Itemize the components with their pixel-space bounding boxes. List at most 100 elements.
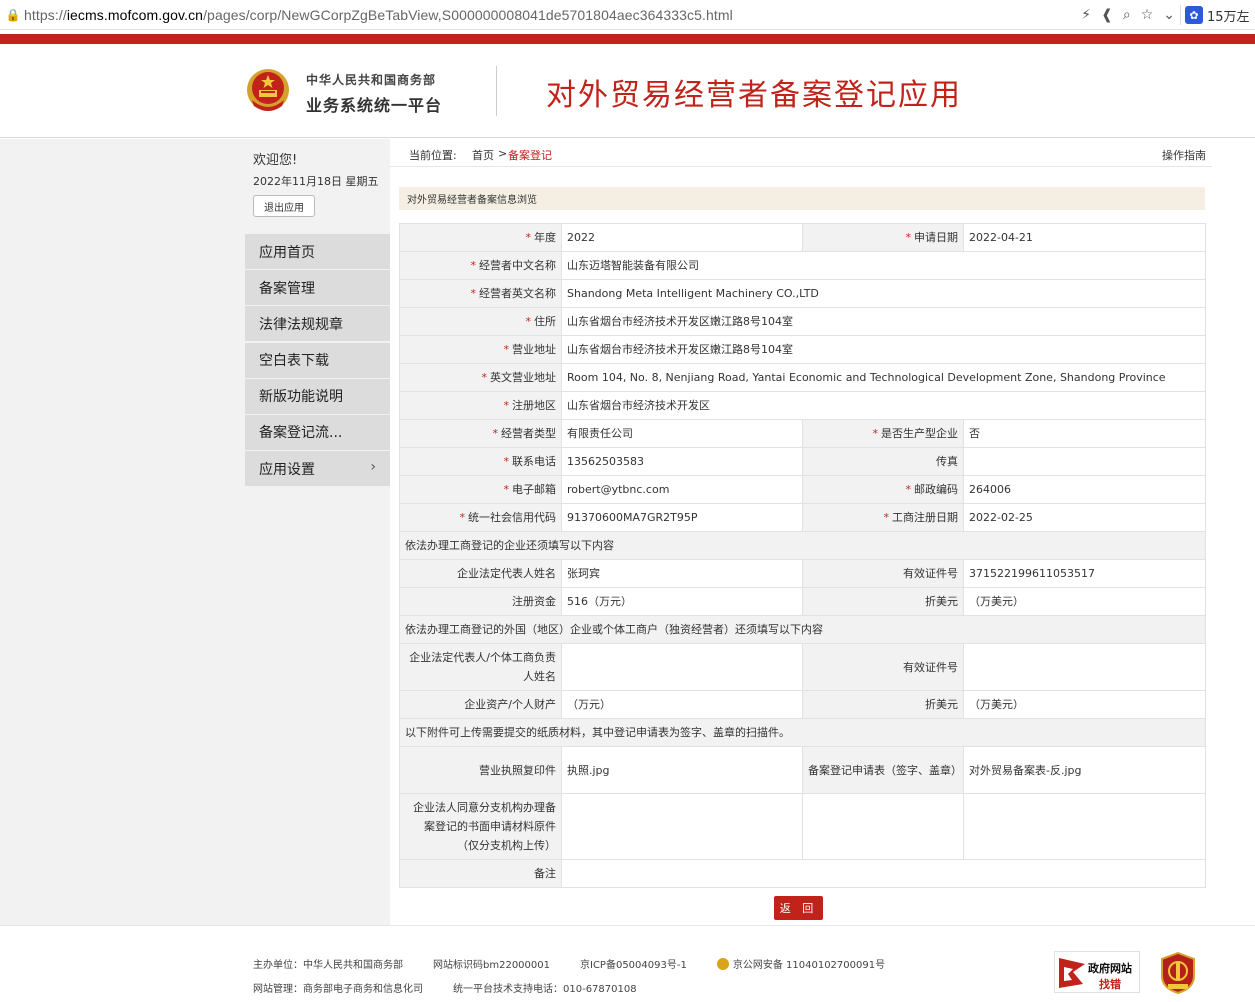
share-icon[interactable]: ❰ (1101, 7, 1113, 23)
lock-icon[interactable]: 🔒 (2, 8, 24, 22)
breadcrumb: 当前位置: 首页 > 备案登记 操作指南 (390, 139, 1212, 167)
table-row: * 电子邮箱 robert@ytbnc.com * 邮政编码 264006 (399, 475, 1206, 504)
address-bar[interactable]: https://iecms.mofcom.gov.cn/pages/corp/N… (24, 7, 733, 23)
sidebar-item-laws[interactable]: 法律法规规章 (245, 306, 390, 342)
field-label: * 邮政编码 (802, 475, 964, 504)
field-label: 注册资金 (399, 587, 562, 616)
form-file-link[interactable]: 对外贸易备案表-反.jpg (963, 746, 1206, 794)
field-label: 企业资产/个人财产 (399, 690, 562, 719)
current-date: 2022年11月18日 星期五 (253, 175, 379, 188)
org-name-line2: 业务系统统一平台 (306, 96, 443, 115)
field-label: * 统一社会信用代码 (399, 503, 562, 532)
legal-rep-value: 张珂宾 (561, 559, 803, 588)
field-label: 备案登记申请表（签字、盖章） (802, 746, 964, 794)
address-value: 山东省烟台市经济技术开发区嫩江路8号104室 (561, 307, 1206, 336)
footer-icp-link[interactable]: 京ICP备05004093号-1 (580, 956, 687, 971)
field-label: 企业法人同意分支机构办理备案登记的书面申请材料原件（仅分支机构上传） (399, 793, 562, 860)
field-label: * 电子邮箱 (399, 475, 562, 504)
site-header: 中华人民共和国商务部 业务系统统一平台 对外贸易经营者备案登记应用 (0, 44, 1255, 138)
site-footer: 主办单位：中华人民共和国商务部 网站标识码bm22000001 京ICP备050… (0, 925, 1255, 1002)
org-name-line1: 中华人民共和国商务部 (306, 73, 437, 87)
table-row: * 年度 2022 * 申请日期 2022-04-21 (399, 223, 1206, 252)
header-divider (496, 66, 497, 116)
footer-manage: 网站管理：商务部电子商务和信息化司 (253, 984, 423, 995)
extension-button[interactable]: ✿ 15万左 (1185, 3, 1255, 27)
sidebar-item-home[interactable]: 应用首页 (245, 234, 390, 269)
usd-value: （万美元） (963, 587, 1206, 616)
table-row: * 经营者英文名称 Shandong Meta Intelligent Machi… (399, 279, 1206, 308)
star-icon[interactable]: ☆ (1141, 7, 1154, 23)
browser-toolbar: 🔒 https://iecms.mofcom.gov.cn/pages/corp… (0, 0, 1255, 30)
footer-support: 统一平台技术支持电话：010-67870108 (453, 984, 637, 995)
capital-value: 516（万元） (561, 587, 803, 616)
field-label: * 工商注册日期 (802, 503, 964, 532)
gov-site-error-report-badge[interactable]: 政府网站 找错 (1054, 951, 1140, 993)
gov-badge-line2: 找错 (1099, 978, 1121, 991)
remark-value (561, 859, 1206, 888)
sidebar-item-label: 新版功能说明 (259, 389, 343, 406)
sidebar: 欢迎您! 2022年11月18日 星期五 退出应用 应用首页 备案管理 法律法规… (245, 139, 390, 487)
id-no-value: 371522199611053517 (963, 559, 1206, 588)
breadcrumb-current: 备案登记 (508, 149, 552, 162)
breadcrumb-separator: > (498, 147, 508, 160)
reg-area-value: 山东省烟台市经济技术开发区 (561, 391, 1206, 420)
zoom-icon[interactable]: ⌕ (1123, 7, 1131, 23)
year-value: 2022 (561, 223, 803, 252)
sidebar-item-label: 法律法规规章 (259, 316, 343, 333)
field-label: * 营业地址 (399, 335, 562, 364)
table-row: * 联系电话 13562503583 传真 (399, 447, 1206, 476)
chevron-down-icon[interactable]: ⌄ (1163, 7, 1175, 23)
sidebar-item-filing-management[interactable]: 备案管理 (245, 270, 390, 306)
welcome-text: 欢迎您! (253, 153, 298, 168)
url-host: iecms.mofcom.gov.cn (66, 6, 204, 23)
sidebar-item-label: 空白表下载 (259, 353, 329, 370)
breadcrumb-home-link[interactable]: 首页 (472, 147, 494, 163)
police-badge-icon (716, 958, 729, 970)
sidebar-menu: 应用首页 备案管理 法律法规规章 空白表下载 新版功能说明 备案登记流... 应… (245, 234, 390, 487)
operation-guide-link[interactable]: 操作指南 (1162, 147, 1206, 163)
table-row: * 注册地区 山东省烟台市经济技术开发区 (399, 391, 1206, 420)
party-seal-icon[interactable] (1160, 952, 1196, 994)
table-row: 企业法定代表人姓名 张珂宾 有效证件号 371522199611053517 (399, 559, 1206, 588)
sidebar-item-filing-process[interactable]: 备案登记流... (245, 414, 390, 450)
field-label: * 年度 (399, 223, 562, 252)
is-producer-value: 否 (963, 419, 1206, 448)
footer-row: 网站管理：商务部电子商务和信息化司 统一平台技术支持电话：010-6787010… (253, 980, 667, 995)
red-stripe (0, 34, 1255, 44)
table-row: 以下附件可上传需要提交的纸质材料，其中登记申请表为签字、盖章的扫描件。 (399, 718, 1206, 747)
field-label: 营业执照复印件 (399, 746, 562, 794)
field-label: 企业法定代表人姓名 (399, 559, 562, 588)
field-label: 备注 (399, 859, 562, 888)
foreign-rep-value (561, 643, 803, 691)
assets-value: （万元） (561, 690, 803, 719)
table-row: 依法办理工商登记的企业还须填写以下内容 (399, 531, 1206, 560)
license-file-link[interactable]: 执照.jpg (561, 746, 803, 794)
sidebar-item-label: 应用设置 (259, 461, 315, 478)
assets-usd-value: （万美元） (963, 690, 1206, 719)
red-flag-icon (1059, 958, 1085, 988)
sidebar-item-blank-forms[interactable]: 空白表下载 (245, 342, 390, 378)
back-button[interactable]: 返 回 (774, 896, 823, 920)
table-row: 注册资金 516（万元） 折美元 （万美元） (399, 587, 1206, 616)
field-label: 企业法定代表人/个体工商负责人姓名 (399, 643, 562, 691)
attachment-note: 以下附件可上传需要提交的纸质材料，其中登记申请表为签字、盖章的扫描件。 (399, 718, 1206, 747)
sidebar-item-new-features[interactable]: 新版功能说明 (245, 378, 390, 414)
cn-name-value: 山东迈塔智能装备有限公司 (561, 251, 1206, 280)
sidebar-item-settings[interactable]: 应用设置 › (245, 451, 390, 487)
filing-info-table: * 年度 2022 * 申请日期 2022-04-21 * 经营者中文名称 山东迈塔智… (399, 223, 1206, 888)
field-label: * 是否生产型企业 (802, 419, 964, 448)
lightning-icon[interactable]: ⚡ (1081, 7, 1091, 23)
url-scheme: https:// (24, 6, 67, 23)
footer-police[interactable]: 京公网安备 11040102700091号 (716, 956, 885, 971)
ic-date-value: 2022-02-25 (963, 503, 1206, 532)
empty-cell (802, 793, 964, 860)
phone-value: 13562503583 (561, 447, 803, 476)
en-biz-address-value: Room 104, No. 8, Nenjiang Road, Yantai E… (561, 363, 1206, 392)
field-label: 有效证件号 (802, 643, 964, 691)
field-label: * 联系电话 (399, 447, 562, 476)
table-row: * 经营者类型 有限责任公司 * 是否生产型企业 否 (399, 419, 1206, 448)
field-label: * 经营者类型 (399, 419, 562, 448)
table-row: * 住所 山东省烟台市经济技术开发区嫩江路8号104室 (399, 307, 1206, 336)
logout-button[interactable]: 退出应用 (253, 195, 315, 217)
type-value: 有限责任公司 (561, 419, 803, 448)
